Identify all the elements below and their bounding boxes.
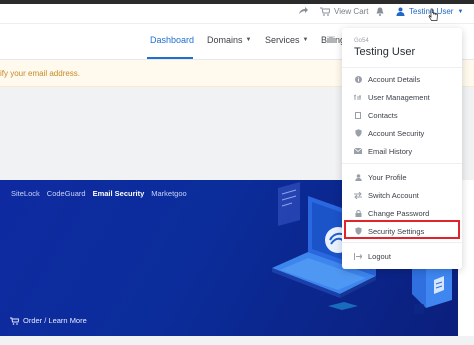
- banner-tab-marketgoo[interactable]: Marketgoo: [151, 189, 186, 198]
- bottom-background: [0, 336, 474, 345]
- logout-icon: [354, 252, 362, 260]
- key-icon: [354, 209, 362, 217]
- user-icon: [396, 7, 405, 16]
- top-utility-bar: View Cart Testing User ▼: [0, 4, 474, 24]
- menu-account-security[interactable]: Account Security: [342, 124, 462, 142]
- banner-tab-codeguard[interactable]: CodeGuard: [47, 189, 86, 198]
- share-icon[interactable]: [298, 7, 308, 15]
- view-cart-link[interactable]: View Cart: [320, 7, 369, 16]
- menu-logout-label: Logout: [368, 252, 391, 261]
- nav-services[interactable]: Services ▼: [265, 35, 308, 45]
- security-settings-highlight-box: [344, 220, 460, 239]
- divider: [342, 163, 462, 164]
- menu-contacts-label: Contacts: [368, 111, 398, 120]
- notifications-bell-icon[interactable]: [376, 7, 384, 16]
- cart-icon: [320, 7, 330, 16]
- switch-icon: [354, 191, 362, 199]
- menu-switch-account-label: Switch Account: [368, 191, 419, 200]
- banner-tabs: SiteLock CodeGuard Email Security Market…: [11, 189, 187, 198]
- company-name: Go54: [354, 38, 369, 44]
- menu-logout[interactable]: Logout: [342, 247, 462, 265]
- menu-contacts[interactable]: Contacts: [342, 106, 462, 124]
- page: View Cart Testing User ▼ Dashboard Domai…: [0, 0, 474, 345]
- menu-your-profile[interactable]: Your Profile: [342, 168, 462, 186]
- caret-down-icon: ▼: [302, 37, 309, 43]
- envelope-icon: [354, 147, 362, 155]
- menu-user-management[interactable]: User Management: [342, 88, 462, 106]
- nav-services-label: Services: [265, 35, 300, 45]
- menu-account-security-label: Account Security: [368, 129, 425, 138]
- nav-dashboard[interactable]: Dashboard: [150, 35, 194, 45]
- order-learn-more-label: Order / Learn More: [23, 316, 87, 325]
- order-learn-more-link[interactable]: Order / Learn More: [10, 316, 87, 325]
- menu-your-profile-label: Your Profile: [368, 173, 407, 182]
- info-icon: [354, 75, 362, 83]
- alert-text: ify your email address.: [0, 69, 81, 78]
- menu-switch-account[interactable]: Switch Account: [342, 186, 462, 204]
- menu-account-details-label: Account Details: [368, 75, 421, 84]
- active-tab-underline: [147, 57, 193, 59]
- banner-tab-email-security[interactable]: Email Security: [93, 189, 145, 198]
- caret-down-icon: ▼: [457, 8, 464, 15]
- nav-dashboard-label: Dashboard: [150, 35, 195, 45]
- users-icon: [354, 93, 362, 101]
- dropdown-user-name: Testing User: [354, 46, 416, 58]
- cart-icon: [10, 317, 19, 325]
- menu-change-password-label: Change Password: [368, 209, 430, 218]
- menu-email-history[interactable]: Email History: [342, 142, 462, 160]
- divider: [342, 67, 462, 68]
- menu-account-details[interactable]: Account Details: [342, 70, 462, 88]
- shield-icon: [354, 129, 362, 137]
- view-cart-label: View Cart: [334, 7, 369, 16]
- contact-book-icon: [354, 111, 362, 119]
- nav-domains-label: Domains: [207, 35, 243, 45]
- user-icon: [354, 173, 362, 181]
- caret-down-icon: ▼: [245, 37, 252, 43]
- divider: [342, 242, 462, 243]
- user-dropdown-menu: Go54 Testing User Account Details User M…: [342, 28, 462, 269]
- nav-domains[interactable]: Domains ▼: [207, 35, 251, 45]
- menu-email-history-label: Email History: [368, 147, 413, 156]
- banner-tab-sitelock[interactable]: SiteLock: [11, 189, 40, 198]
- menu-user-management-label: User Management: [368, 93, 430, 102]
